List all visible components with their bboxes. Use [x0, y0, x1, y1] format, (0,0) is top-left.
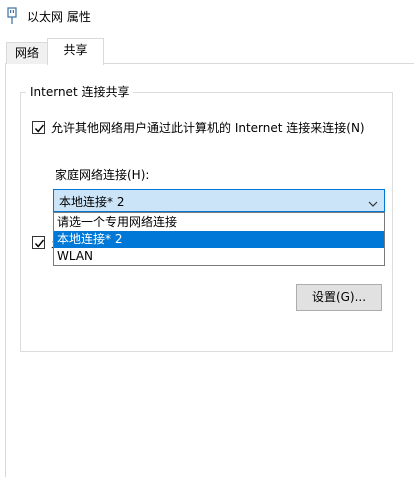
- home-network-label: 家庭网络连接(H):: [55, 168, 150, 182]
- tab-network[interactable]: 网络: [6, 42, 48, 64]
- checkmark-icon: [34, 239, 45, 248]
- title-bar: 以太网 属性: [0, 0, 414, 32]
- settings-button[interactable]: 设置(G)...: [296, 284, 382, 311]
- window-title: 以太网 属性: [27, 10, 91, 24]
- allow-control-checkbox[interactable]: [32, 236, 45, 249]
- checkmark-icon: [34, 124, 45, 133]
- tab-sharing[interactable]: 共享: [47, 38, 104, 65]
- allow-sharing-label[interactable]: 允许其他网络用户通过此计算机的 Internet 连接来连接(N): [51, 119, 365, 136]
- network-adapter-icon: [7, 7, 17, 25]
- dropdown-option[interactable]: 请选一个专用网络连接: [54, 214, 384, 231]
- home-network-value: 本地连接* 2: [59, 195, 125, 209]
- home-network-select[interactable]: 本地连接* 2: [53, 189, 385, 212]
- allow-sharing-checkbox[interactable]: [32, 121, 45, 134]
- group-title: Internet 连接共享: [26, 83, 134, 100]
- home-network-dropdown-list: 请选一个专用网络连接 本地连接* 2 WLAN: [53, 212, 385, 266]
- dropdown-option-selected[interactable]: 本地连接* 2: [54, 231, 384, 248]
- dropdown-option[interactable]: WLAN: [54, 248, 384, 265]
- chevron-down-icon: [368, 197, 378, 211]
